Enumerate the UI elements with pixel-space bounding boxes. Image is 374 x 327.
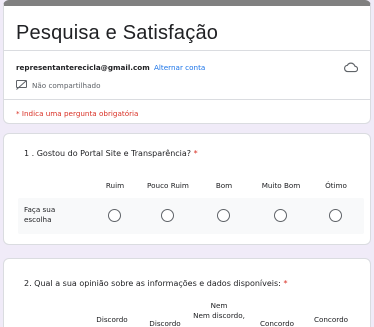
switch-account-link[interactable]: Alternar conta xyxy=(154,63,205,72)
radio-bom[interactable] xyxy=(217,209,230,222)
question-1-title: 1 . Gostou do Portal Site e Transparênci… xyxy=(24,149,198,158)
column-label-nem-text: Nem xyxy=(210,301,228,310)
share-status: Não compartilhado xyxy=(16,80,100,90)
question-2-text: 2. Qual a sua opinião sobre as informaçõ… xyxy=(24,279,281,288)
required-star: * xyxy=(283,279,288,288)
not-shared-icon xyxy=(16,80,27,90)
column-label-discordo-2: Discordo xyxy=(149,319,181,327)
question-1-text: 1 . Gostou do Portal Site e Transparênci… xyxy=(24,149,192,158)
column-label-bom: Bom xyxy=(215,181,233,190)
title-divider xyxy=(4,50,370,51)
not-shared-label: Não compartilhado xyxy=(32,80,101,90)
form-title: Pesquisa e Satisfação xyxy=(16,22,219,44)
radio-pouco-ruim[interactable] xyxy=(161,209,174,222)
column-label-discordo-1: Discordo xyxy=(96,315,128,324)
required-note: * Indica uma pergunta obrigatória xyxy=(16,109,139,118)
column-label-discordo-text: Nem discordo, xyxy=(193,311,245,320)
column-label-concordo-2: Concordo xyxy=(313,315,349,324)
account-divider xyxy=(4,99,370,100)
radio-ruim[interactable] xyxy=(108,209,121,222)
radio-otimo[interactable] xyxy=(329,209,342,222)
form-header-card: Pesquisa e Satisfação representanterecic… xyxy=(3,0,371,124)
radio-muito-bom[interactable] xyxy=(274,209,287,222)
column-label-muito-bom: Muito Bom xyxy=(261,181,301,190)
question-1-card: 1 . Gostou do Portal Site e Transparênci… xyxy=(3,133,371,245)
column-label-pouco-ruim: Pouco Ruim xyxy=(147,181,189,190)
account-email: representanterecicla@gmail.com xyxy=(16,63,150,72)
question-2-card: 2. Qual a sua opinião sobre as informaçõ… xyxy=(3,258,371,327)
account-line: representanterecicla@gmail.com Alternar … xyxy=(16,63,205,72)
column-label-ruim: Ruim xyxy=(105,181,125,190)
required-star: * xyxy=(193,149,198,158)
row-label: Faça sua escolha xyxy=(24,205,56,224)
question-2-title: 2. Qual a sua opinião sobre as informaçõ… xyxy=(24,279,287,288)
column-label-otimo: Ótimo xyxy=(325,181,347,190)
cloud-save-icon[interactable] xyxy=(344,62,358,73)
column-label-concordo-1: Concordo xyxy=(259,319,295,327)
column-label-nem-discordo: Nem Nem discordo, xyxy=(189,301,249,321)
